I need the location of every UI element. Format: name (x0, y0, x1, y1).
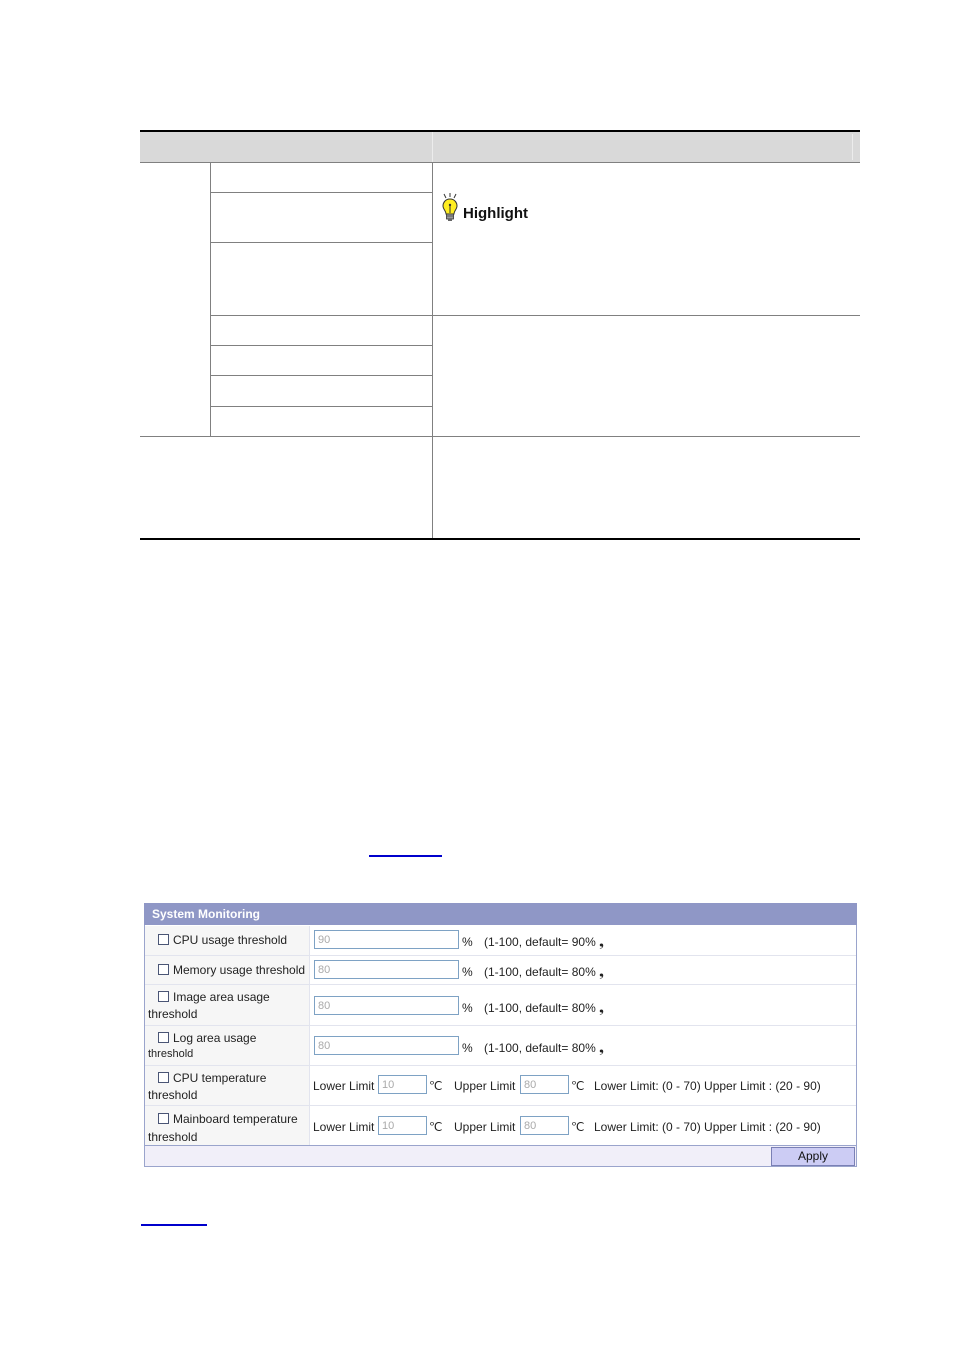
row-label-cell: Image area usage threshold (145, 985, 310, 1025)
celsius-unit: ℃ (429, 1079, 443, 1093)
cross-reference-link[interactable] (369, 855, 442, 857)
table-bottom-rule (140, 538, 860, 540)
row-divider (140, 436, 860, 437)
range-hint: Lower Limit: (0 - 70) Upper Limit : (20 … (594, 1079, 821, 1093)
row-value-cell: Lower Limit ℃ Upper Limit ℃ Lower Limit:… (313, 1106, 856, 1145)
lower-limit-label: Lower Limit (313, 1079, 375, 1093)
header-separator (432, 132, 433, 162)
log-area-usage-checkbox[interactable] (158, 1032, 169, 1043)
cpu-usage-checkbox[interactable] (158, 934, 169, 945)
memory-usage-checkbox[interactable] (158, 964, 169, 975)
row-divider (210, 242, 432, 243)
row-label-cell: CPU usage threshold (145, 926, 310, 955)
row-value-cell: % (1-100, default= 80% ❟ (313, 956, 856, 984)
table-header-row (140, 132, 860, 163)
row-label-cell: Mainboard temperature threshold (145, 1106, 310, 1145)
image-area-usage-label-line2: threshold (148, 1007, 198, 1021)
cpu-temp-lower-input[interactable] (378, 1075, 427, 1094)
highlight-label: Highlight (463, 205, 528, 222)
row-label-cell: Log area usage threshold (145, 1026, 310, 1065)
panel-footer: Apply (145, 1145, 856, 1166)
image-area-usage-input[interactable] (314, 996, 459, 1015)
subcolumn-divider (210, 163, 211, 437)
cpu-temperature-checkbox[interactable] (158, 1072, 169, 1083)
cpu-temperature-row: CPU temperature threshold Lower Limit ℃ … (145, 1066, 856, 1106)
log-area-usage-label-line2: threshold (148, 1048, 194, 1060)
upper-limit-label: Upper Limit (454, 1079, 516, 1093)
row-divider (210, 345, 432, 346)
log-area-usage-row: Log area usage threshold % (1-100, defau… (145, 1026, 856, 1066)
image-area-usage-row: Image area usage threshold % (1-100, def… (145, 985, 856, 1026)
mainboard-temperature-row: Mainboard temperature threshold Lower Li… (145, 1106, 856, 1145)
document-table (140, 130, 860, 540)
highlight-callout: Highlight (440, 193, 528, 223)
log-area-usage-input[interactable] (314, 1036, 459, 1055)
celsius-unit: ℃ (571, 1079, 585, 1093)
mainboard-temperature-label-line2: threshold (148, 1130, 198, 1141)
cross-reference-link[interactable] (141, 1224, 207, 1226)
unit-label: % (462, 965, 473, 979)
memory-usage-label: Memory usage threshold (173, 963, 306, 977)
unit-label: % (462, 1001, 473, 1015)
column-divider (432, 162, 433, 538)
lightbulb-icon (442, 193, 458, 221)
row-divider (210, 192, 432, 193)
cpu-temp-upper-input[interactable] (520, 1075, 569, 1094)
row-value-cell: % (1-100, default= 90% ❟ (313, 926, 856, 955)
range-hint: (1-100, default= 90% ❟ (484, 935, 604, 949)
image-area-usage-label: Image area usage (173, 990, 270, 1004)
unit-label: % (462, 1041, 473, 1055)
row-value-cell: % (1-100, default= 80% ❟ (313, 985, 856, 1025)
range-hint: (1-100, default= 80% ❟ (484, 1041, 604, 1055)
header-separator (852, 134, 853, 160)
memory-usage-row: Memory usage threshold % (1-100, default… (145, 956, 856, 985)
cpu-temperature-label-line2: threshold (148, 1088, 198, 1102)
mainboard-temp-upper-input[interactable] (520, 1116, 569, 1135)
mainboard-temperature-checkbox[interactable] (158, 1113, 169, 1124)
cpu-usage-row: CPU usage threshold % (1-100, default= 9… (145, 926, 856, 956)
row-divider (210, 406, 432, 407)
panel-title: System Monitoring (144, 903, 857, 925)
row-label-cell: CPU temperature threshold (145, 1066, 310, 1105)
row-value-cell: % (1-100, default= 80% ❟ (313, 1026, 856, 1065)
apply-button[interactable]: Apply (771, 1147, 855, 1166)
cpu-temperature-label: CPU temperature (173, 1071, 267, 1085)
range-hint: (1-100, default= 80% ❟ (484, 1001, 604, 1015)
image-area-usage-checkbox[interactable] (158, 991, 169, 1002)
cpu-usage-label: CPU usage threshold (173, 933, 288, 947)
range-hint: (1-100, default= 80% ❟ (484, 965, 604, 979)
celsius-unit: ℃ (429, 1120, 443, 1134)
mainboard-temperature-label: Mainboard temperature (173, 1112, 298, 1126)
memory-usage-input[interactable] (314, 960, 459, 979)
system-monitoring-panel: System Monitoring CPU usage threshold % … (144, 903, 857, 1167)
row-divider (210, 375, 432, 376)
unit-label: % (462, 935, 473, 949)
row-divider (210, 315, 860, 316)
lower-limit-label: Lower Limit (313, 1120, 375, 1134)
celsius-unit: ℃ (571, 1120, 585, 1134)
mainboard-temp-lower-input[interactable] (378, 1116, 427, 1135)
cpu-usage-input[interactable] (314, 930, 459, 949)
row-value-cell: Lower Limit ℃ Upper Limit ℃ Lower Limit:… (313, 1066, 856, 1105)
row-label-cell: Memory usage threshold (145, 956, 310, 984)
upper-limit-label: Upper Limit (454, 1120, 516, 1134)
range-hint: Lower Limit: (0 - 70) Upper Limit : (20 … (594, 1120, 821, 1134)
log-area-usage-label: Log area usage (173, 1031, 257, 1045)
